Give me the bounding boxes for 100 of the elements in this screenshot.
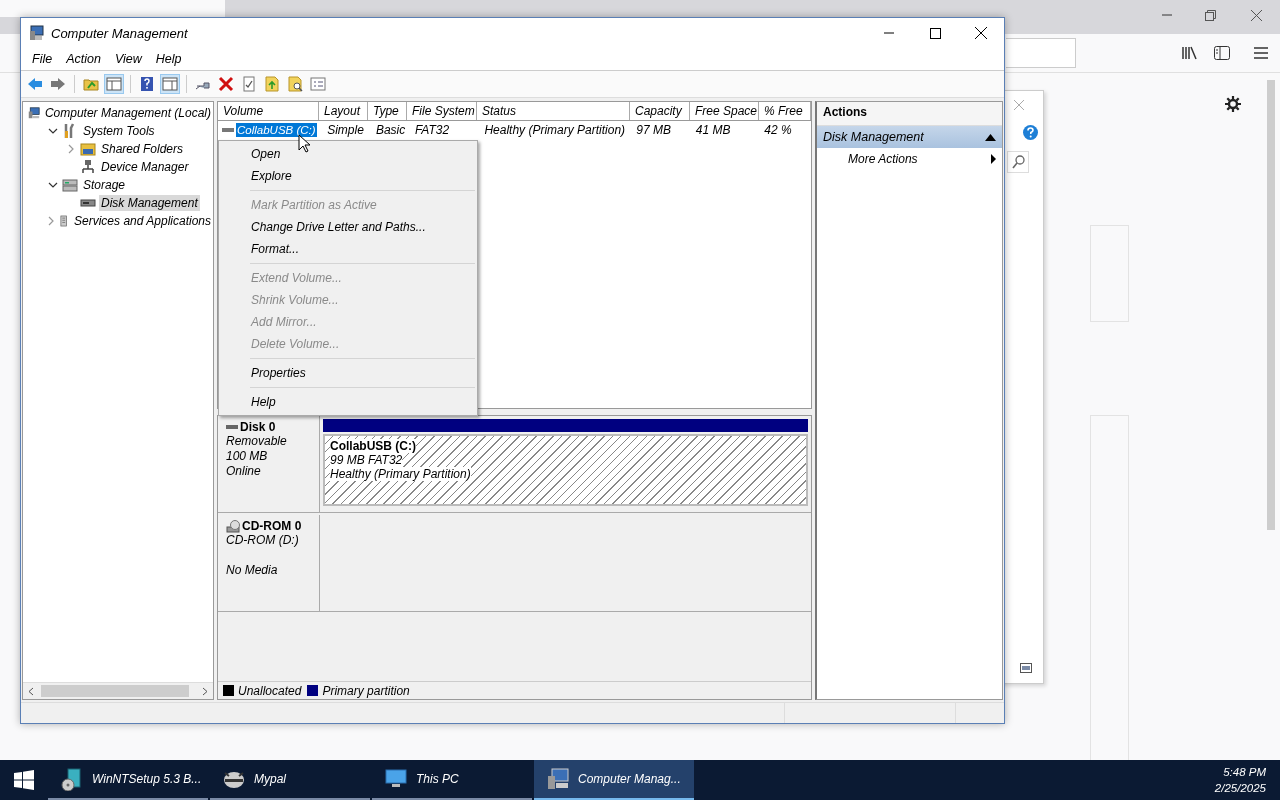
library-icon[interactable]	[1182, 46, 1198, 60]
close-icon	[975, 27, 987, 39]
shared-folder-icon	[80, 141, 96, 157]
taskbar-button[interactable]: Mypal	[210, 760, 370, 800]
tree-item[interactable]: System Tools	[81, 123, 157, 139]
computer-icon	[28, 105, 40, 121]
menu-item[interactable]: Explore	[219, 165, 477, 187]
disk-name: CD-ROM 0	[242, 519, 302, 533]
disk-size: 100 MB	[226, 449, 268, 463]
tree-item[interactable]: Storage	[81, 177, 128, 193]
sidebar-icon[interactable]	[1214, 46, 1230, 60]
table-cell-text: Basic	[374, 123, 407, 137]
tree-item[interactable]: Shared Folders	[99, 141, 186, 157]
folder-search-button[interactable]	[285, 74, 305, 94]
expanded-icon[interactable]	[48, 126, 58, 136]
column-header[interactable]: Type	[368, 102, 407, 120]
column-header[interactable]: File System	[407, 102, 477, 120]
tree-item[interactable]: Services and Applications	[72, 213, 213, 229]
delete-button[interactable]	[216, 74, 236, 94]
collapsed-icon[interactable]	[66, 144, 76, 154]
table-cell-text: 42 %	[763, 123, 793, 137]
disc-box-icon	[60, 767, 84, 791]
computer-icon	[29, 25, 45, 41]
tree-item[interactable]: Computer Management (Local)	[42, 105, 213, 121]
pane-button[interactable]	[160, 74, 180, 94]
scroll-right-icon[interactable]	[202, 686, 208, 696]
close-icon[interactable]	[1014, 100, 1024, 110]
clock-date: 2/25/2025	[1214, 781, 1266, 796]
cd-drive-icon	[226, 519, 240, 533]
device-tree-icon	[80, 159, 96, 175]
column-header[interactable]: Free Space	[690, 102, 759, 120]
storage-icon	[62, 177, 78, 193]
tree-item[interactable]: Device Manager	[99, 159, 191, 175]
help-icon[interactable]	[1023, 125, 1038, 140]
menu-item[interactable]: Format...	[219, 238, 477, 260]
tree-item[interactable]: Disk Management	[99, 195, 200, 211]
legend-label: Unallocated	[238, 683, 302, 698]
pane-icon	[106, 76, 122, 92]
table-cell-text: 97 MB	[635, 123, 672, 137]
table-cell-text: FAT32	[413, 123, 451, 137]
menu-item[interactable]: Change Drive Letter and Paths...	[219, 216, 477, 238]
clock[interactable]: 5:48 PM 2/25/2025	[1214, 760, 1280, 800]
search-icon[interactable]	[1007, 151, 1029, 173]
scrollbar-thumb[interactable]	[1267, 80, 1275, 530]
clock-time: 5:48 PM	[1223, 765, 1266, 780]
action-item[interactable]: More Actions	[817, 148, 1002, 170]
pane-button[interactable]	[104, 74, 124, 94]
computer-icon	[546, 767, 570, 791]
maximize-icon	[929, 27, 941, 39]
partition-status: Healthy (Primary Partition)	[330, 467, 471, 481]
folder-icon	[264, 76, 280, 92]
checklist-icon	[241, 76, 257, 92]
folder-search-icon	[287, 76, 303, 92]
close-icon[interactable]	[1251, 10, 1262, 21]
expanded-icon[interactable]	[48, 180, 58, 190]
disk-name: Disk 0	[240, 420, 276, 434]
table-cell-text: Simple	[326, 123, 365, 137]
column-header[interactable]: Volume	[218, 102, 319, 120]
disk-status: No Media	[226, 563, 278, 577]
column-header[interactable]: Status	[477, 102, 630, 120]
table-cell-text: Healthy (Primary Partition)	[483, 123, 627, 137]
legend-label: Primary partition	[322, 683, 410, 698]
menu-item[interactable]: File	[25, 52, 60, 66]
action-section[interactable]: Disk Management	[817, 126, 1002, 148]
restore-icon[interactable]	[1205, 10, 1216, 21]
menu-item[interactable]: Help	[148, 52, 189, 66]
menu-icon[interactable]	[1254, 47, 1268, 59]
scrollbar-thumb[interactable]	[41, 685, 189, 697]
menu-item[interactable]: Properties	[219, 362, 477, 384]
settings-icon[interactable]	[1225, 96, 1241, 112]
submenu-arrow-icon	[991, 154, 996, 164]
disk-status: Online	[226, 464, 261, 478]
taskbar-button[interactable]: This PC	[372, 760, 532, 800]
column-header[interactable]: Layout	[319, 102, 368, 120]
table-cell-text: 41 MB	[694, 123, 732, 137]
actions-header: Actions	[817, 102, 1002, 126]
list-icon	[310, 76, 326, 92]
partition-size: 99 MB FAT32	[330, 453, 403, 467]
volume-icon	[222, 128, 234, 132]
server-icon	[57, 213, 70, 229]
disk-type: Removable	[226, 434, 287, 448]
delete-icon	[218, 76, 234, 92]
taskbar-button[interactable]: WinNTSetup 5.3 B...	[48, 760, 208, 800]
scroll-left-icon[interactable]	[28, 686, 34, 696]
menu-item[interactable]: Action	[59, 52, 108, 66]
cursor-icon	[298, 134, 310, 153]
column-header[interactable]: Capacity	[630, 102, 690, 120]
menu-item[interactable]: Open	[219, 143, 477, 165]
column-header[interactable]: % Free	[759, 102, 811, 120]
partition-name: CollabUSB (C:)	[330, 439, 416, 453]
back-arrow-icon	[27, 76, 43, 92]
windows-logo-icon	[14, 770, 34, 790]
help-icon	[139, 76, 155, 92]
pane-icon	[162, 76, 178, 92]
table-cell[interactable]: CollabUSB (C:)	[236, 123, 317, 137]
menu-item[interactable]: Help	[219, 391, 477, 413]
partition-block[interactable]: CollabUSB (C:) 99 MB FAT32 Healthy (Primary Partition)	[323, 434, 808, 506]
taskbar-button[interactable]: Computer Manag...	[534, 760, 694, 800]
menu-item[interactable]: View	[107, 52, 149, 66]
view-icon[interactable]	[1020, 663, 1032, 673]
